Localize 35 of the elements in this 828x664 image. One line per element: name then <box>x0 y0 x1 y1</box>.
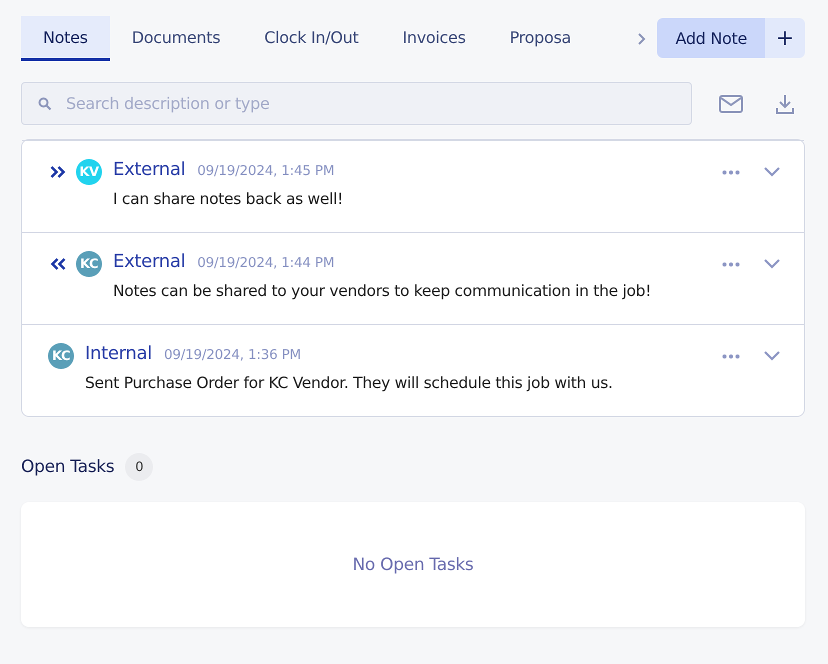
tab[interactable]: Notes <box>21 16 110 61</box>
tab[interactable]: Invoices <box>380 16 488 61</box>
double-chevron-left-icon <box>48 257 68 271</box>
avatar: KC <box>48 343 74 369</box>
avatar: KC <box>76 251 102 277</box>
chevron-down-icon[interactable] <box>764 167 780 177</box>
double-chevron-right-icon <box>48 165 68 179</box>
search-field[interactable]: Search description or type <box>21 82 692 125</box>
chevron-down-icon[interactable] <box>764 351 780 361</box>
more-icon[interactable] <box>722 170 740 174</box>
mail-icon[interactable] <box>719 94 743 112</box>
note-type: External <box>113 159 186 180</box>
section-title: Open Tasks <box>21 457 114 477</box>
add-note-button[interactable]: Add Note <box>657 18 765 58</box>
tab[interactable]: Clock In/Out <box>242 16 380 61</box>
note-type: Internal <box>85 343 152 364</box>
empty-message: No Open Tasks <box>352 554 474 574</box>
count-badge: 0 <box>125 453 154 481</box>
avatar: KV <box>76 159 102 185</box>
note-text: Notes can be shared to your vendors to keep communication in the job! <box>113 282 652 300</box>
add-button[interactable]: + <box>765 18 805 58</box>
more-icon[interactable] <box>722 262 740 266</box>
note-text: I can share notes back as well! <box>113 190 344 208</box>
chevron-down-icon[interactable] <box>764 259 780 269</box>
search-icon <box>38 97 52 111</box>
tab[interactable]: Proposa <box>488 16 593 61</box>
more-icon[interactable] <box>722 354 740 358</box>
download-icon[interactable] <box>775 94 795 114</box>
note-timestamp: 09/19/2024, 1:36 PM <box>164 347 301 363</box>
tab[interactable]: Documents <box>110 16 242 61</box>
note-timestamp: 09/19/2024, 1:44 PM <box>197 255 334 271</box>
chevron-right-icon[interactable] <box>637 32 648 46</box>
note-text: Sent Purchase Order for KC Vendor. They will schedule this job with us. <box>85 374 614 392</box>
note-timestamp: 09/19/2024, 1:45 PM <box>197 163 334 179</box>
note-type: External <box>113 251 186 272</box>
